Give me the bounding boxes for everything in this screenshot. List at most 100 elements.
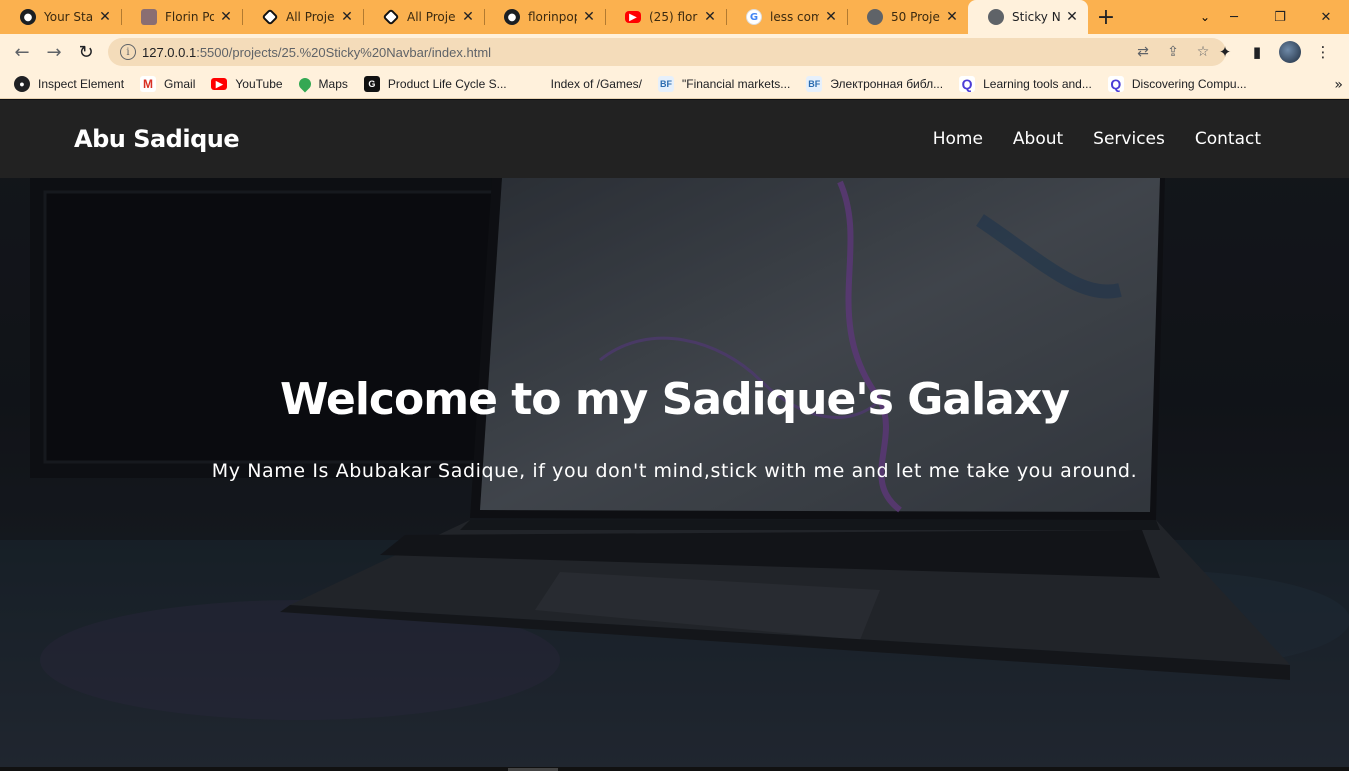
reload-icon[interactable]: ↻ <box>70 36 102 68</box>
close-icon[interactable]: ✕ <box>460 9 476 25</box>
nav-link-contact[interactable]: Contact <box>1195 129 1261 149</box>
bf-icon: BF <box>658 76 674 92</box>
horizontal-scrollbar[interactable] <box>0 767 1349 771</box>
bookmark-label: "Financial markets... <box>682 77 791 91</box>
bookmark-label: Gmail <box>164 77 196 91</box>
close-icon[interactable]: ✕ <box>823 9 839 25</box>
bookmark-item[interactable]: Index of /Games/ <box>523 76 642 92</box>
tab-title: less comm <box>770 10 819 24</box>
bookmark-label: Электронная библ... <box>830 77 944 91</box>
web-page: Abu Sadique Home About Services Contact … <box>0 100 1349 771</box>
restore-button[interactable]: ❐ <box>1257 0 1303 34</box>
tab-sticky-navbar[interactable]: Sticky Navbar ✕ <box>968 0 1088 34</box>
bookmark-label: Discovering Compu... <box>1131 77 1247 91</box>
tab-all-projects-1[interactable]: All Projects ✕ <box>242 0 363 34</box>
close-icon[interactable]: ✕ <box>1064 9 1080 25</box>
tab-florinpop17[interactable]: ● florinpop17 ✕ <box>484 0 605 34</box>
bookmark-item[interactable]: M Gmail <box>140 76 195 92</box>
bf-icon: BF <box>806 76 823 92</box>
bookmark-label: Learning tools and... <box>983 77 1092 91</box>
url-path: :5500/projects/25.%20Sticky%20Navbar/ind… <box>196 44 492 60</box>
google-icon: G <box>746 9 762 25</box>
site-navbar: Abu Sadique Home About Services Contact <box>0 100 1349 178</box>
tab-title: All Projects <box>286 10 335 24</box>
close-icon[interactable]: ✕ <box>702 9 718 25</box>
close-icon[interactable]: ✕ <box>581 9 597 25</box>
bookmark-label: Index of /Games/ <box>550 77 642 91</box>
minimize-button[interactable]: ─ <box>1211 0 1257 34</box>
site-brand[interactable]: Abu Sadique <box>74 125 240 153</box>
chevron-right-icon[interactable]: » <box>1334 70 1343 99</box>
tab-title: 50 Projects <box>891 10 940 24</box>
tab-strip: ● Your Stars ✕ Florin Pop ✕ All Projects… <box>0 0 1349 34</box>
forward-arrow-icon[interactable]: → <box>38 36 70 68</box>
address-bar[interactable]: i 127.0.0.1:5500/projects/25.%20Sticky%2… <box>108 38 1226 66</box>
tab-google-search[interactable]: G less comm ✕ <box>726 0 847 34</box>
profile-avatar[interactable] <box>1279 41 1301 63</box>
menu-icon[interactable]: ⋮ <box>1307 36 1339 68</box>
bookmark-item[interactable]: ● Inspect Element <box>14 76 124 92</box>
github-icon: ● <box>504 9 520 25</box>
tab-title: (25) florin pop <box>649 10 698 24</box>
new-tab-button[interactable]: + <box>1088 0 1124 34</box>
close-icon[interactable]: ✕ <box>97 9 113 25</box>
close-icon[interactable]: ✕ <box>944 9 960 25</box>
tab-title: Your Stars <box>44 10 93 24</box>
share-icon[interactable]: ⇪ <box>1158 44 1188 60</box>
nav-link-about[interactable]: About <box>1013 129 1063 149</box>
bookmark-label: YouTube <box>235 77 283 91</box>
tab-youtube[interactable]: ▶ (25) florin pop ✕ <box>605 0 726 34</box>
browser-toolbar: ← → ↻ i 127.0.0.1:5500/projects/25.%20St… <box>0 34 1349 70</box>
tab-florin-pop[interactable]: Florin Pop ✕ <box>121 0 242 34</box>
nav-link-home[interactable]: Home <box>933 129 983 149</box>
hero-subtitle: My Name Is Abubakar Sadique, if you don'… <box>211 460 1138 482</box>
codepen-icon <box>261 8 279 26</box>
url-host: 127.0.0.1 <box>142 44 197 60</box>
tab-title: All Projects <box>407 10 456 24</box>
github-icon: ● <box>20 9 36 25</box>
gmail-icon: M <box>140 76 157 92</box>
tab-title: florinpop17 <box>528 10 577 24</box>
maps-icon <box>296 75 314 93</box>
info-icon[interactable]: i <box>120 44 136 60</box>
bookmark-item[interactable]: BF Электронная библ... <box>806 76 943 92</box>
extensions-icon[interactable]: ✦ <box>1209 36 1241 68</box>
bookmark-item[interactable]: Maps <box>296 75 348 93</box>
bookmark-item[interactable]: G Product Life Cycle S... <box>363 76 507 92</box>
window-close-button[interactable]: ✕ <box>1303 0 1349 34</box>
nav-links: Home About Services Contact <box>933 129 1275 149</box>
bookmark-item[interactable]: Q Learning tools and... <box>959 76 1092 92</box>
hero-title: Welcome to my Sadique's Galaxy <box>280 374 1070 425</box>
nav-link-services[interactable]: Services <box>1093 129 1165 149</box>
avatar-icon <box>141 9 157 25</box>
codepen-icon <box>382 8 400 26</box>
back-arrow-icon[interactable]: ← <box>6 36 38 68</box>
close-icon[interactable]: ✕ <box>339 9 355 25</box>
side-panel-icon[interactable]: ▮ <box>1241 36 1273 68</box>
q-icon: Q <box>1107 76 1124 92</box>
globe-icon <box>988 9 1004 25</box>
g-icon: G <box>363 76 380 92</box>
tab-title: Sticky Navbar <box>1012 10 1060 24</box>
bookmark-item[interactable]: ▶ YouTube <box>211 77 283 91</box>
url-text: 127.0.0.1:5500/projects/25.%20Sticky%20N… <box>142 45 491 60</box>
tab-title: Florin Pop <box>165 10 214 24</box>
translate-icon[interactable]: ⇄ <box>1128 44 1158 60</box>
tab-50-projects[interactable]: 50 Projects ✕ <box>847 0 968 34</box>
tab-all-projects-2[interactable]: All Projects ✕ <box>363 0 484 34</box>
bookmark-item[interactable]: Q Discovering Compu... <box>1107 76 1247 92</box>
bookmark-label: Product Life Cycle S... <box>387 77 507 91</box>
youtube-icon: ▶ <box>625 11 641 23</box>
bookmark-label: Inspect Element <box>38 77 125 91</box>
bookmarks-bar: ● Inspect Element M Gmail ▶ YouTube Maps GP… <box>0 70 1349 99</box>
youtube-icon: ▶ <box>211 78 228 90</box>
q-icon: Q <box>959 76 976 92</box>
globe-icon <box>867 9 883 25</box>
close-icon[interactable]: ✕ <box>218 9 234 25</box>
bookmark-label: Maps <box>318 77 348 91</box>
inspect-icon: ● <box>14 76 30 92</box>
window-controls: ─ ❐ ✕ <box>1211 0 1349 34</box>
hero-content: Welcome to my Sadique's Galaxy My Name I… <box>0 370 1349 482</box>
tab-your-stars[interactable]: ● Your Stars ✕ <box>0 0 121 34</box>
bookmark-item[interactable]: BF "Financial markets... <box>658 76 790 92</box>
